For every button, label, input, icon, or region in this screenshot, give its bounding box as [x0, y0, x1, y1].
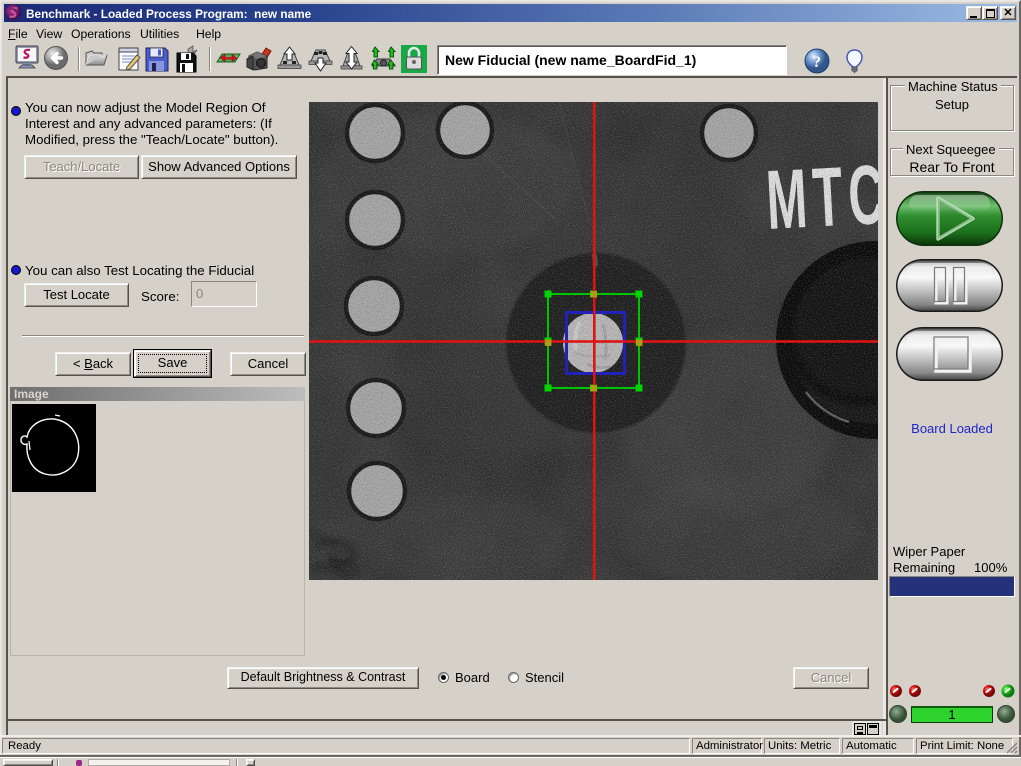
- svg-text:?: ?: [813, 54, 821, 71]
